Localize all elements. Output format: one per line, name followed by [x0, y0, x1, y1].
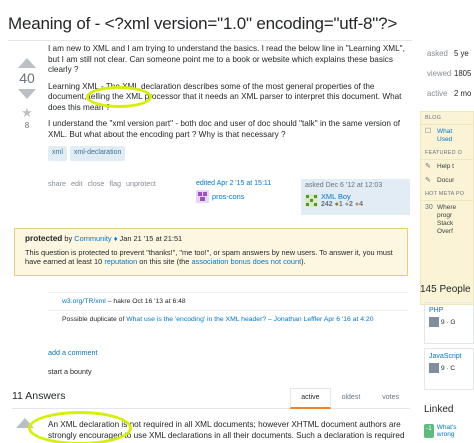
answers-count: 11 Answers [12, 390, 66, 402]
stat-label-active: active [427, 89, 448, 98]
comment-prefix: Possible duplicate of [62, 316, 125, 323]
stat-value-asked: 5 ye [454, 49, 469, 58]
featured-item[interactable]: ✎ Help t [421, 160, 473, 174]
highlight-circle [28, 411, 132, 443]
edited-time-link[interactable]: edited Apr 2 '15 at 15:11 [196, 180, 300, 187]
edit-link[interactable]: edit [71, 179, 83, 188]
protected-notice: protected by Community ♦ Jan 21 '15 at 2… [14, 228, 408, 276]
featured-header: FEATURED O [421, 147, 473, 160]
comment: Possible duplicate of What use is the 'e… [48, 310, 408, 328]
diamond-icon: ♦ [113, 234, 118, 243]
linked-score: -1 [424, 424, 434, 438]
answer-sort-tabs: active oldest votes [290, 388, 410, 409]
comment-link[interactable]: w3.org/TR/xml [62, 298, 106, 305]
question-paragraph: I understand the "xml version part" - bo… [48, 119, 401, 139]
upvote-arrow-icon[interactable] [18, 58, 36, 68]
linked-title: Linked [424, 404, 454, 415]
avatar[interactable] [429, 363, 439, 373]
featured-item-text[interactable]: Help t [437, 163, 454, 171]
reputation-link[interactable]: reputation [104, 257, 137, 266]
tag-list: xml xml-declaration [48, 146, 410, 161]
question-score: 40 [19, 70, 35, 86]
notice-date: Jan 21 '15 at 21:51 [119, 234, 183, 243]
tab-oldest[interactable]: oldest [331, 388, 372, 409]
stat-value-viewed: 1805 [454, 69, 472, 78]
linked-question[interactable]: -1 What's wrong [424, 424, 474, 438]
unprotect-link[interactable]: unprotect [126, 179, 156, 188]
hot-meta-count: 30 [425, 204, 433, 211]
comment-meta[interactable]: – Jonathan Leffler Apr 6 '16 at 4:20 [268, 316, 373, 323]
close-link[interactable]: close [88, 179, 105, 188]
title-divider [8, 40, 412, 41]
asker-avatar[interactable] [305, 193, 318, 207]
hot-meta-text[interactable]: Where progr Stack Overf [437, 204, 469, 236]
javascript-tag-box[interactable]: JavaScript 9 · C [424, 348, 474, 390]
pencil-icon: ✎ [425, 163, 431, 170]
question-title[interactable]: Meaning of - <?xml version="1.0" encodin… [8, 14, 397, 34]
featured-item-text[interactable]: Docur [437, 177, 454, 185]
stat-label-viewed: viewed [427, 69, 452, 78]
linked-question-link[interactable]: What's wrong [437, 424, 474, 438]
editor-name[interactable]: pros-cons [212, 192, 244, 201]
js-box-row: 9 · C [441, 364, 456, 372]
post-menu: share edit close flag unprotect [48, 179, 159, 188]
tag-xml[interactable]: xml [48, 146, 67, 161]
gold-badge-count: 1 [338, 201, 343, 208]
sidebar: asked 5 ye viewed 1805 active 2 mo BLOG ☐ W… [420, 44, 474, 443]
stat-value-active: 2 mo [454, 89, 472, 98]
tab-votes[interactable]: votes [371, 388, 410, 409]
share-link[interactable]: share [48, 179, 66, 188]
bronze-badge-count: 4 [359, 201, 363, 208]
editor-avatar[interactable] [196, 190, 209, 203]
avatar[interactable] [429, 317, 439, 327]
blog-item[interactable]: ☐ What Used [421, 125, 473, 147]
php-box-row: 9 · G [441, 318, 456, 326]
notice-text-2: on this site (the [139, 257, 190, 266]
start-bounty-link[interactable]: start a bounty [48, 367, 92, 376]
asker-name[interactable]: XML Boy [321, 192, 363, 201]
tag-xml-declaration[interactable]: xml-declaration [69, 146, 126, 161]
featured-item[interactable]: ✎ Docur [421, 174, 473, 188]
silver-badge-count: 2 [348, 201, 353, 208]
association-bonus-link[interactable]: association bonus does not count [191, 257, 301, 266]
people-reached-title: 145 People [420, 284, 471, 295]
js-box-title[interactable]: JavaScript [429, 353, 469, 360]
hot-meta-header: HOT META PO [421, 188, 473, 201]
downvote-arrow-icon[interactable] [18, 89, 36, 99]
blog-icon: ☐ [425, 128, 432, 135]
pencil-icon: ✎ [425, 177, 431, 184]
add-comment-link[interactable]: add a comment [48, 348, 98, 357]
asked-time: asked Dec 6 '12 at 12:03 [305, 182, 383, 189]
answers-header: 11 Answers active oldest votes [12, 387, 410, 409]
php-tag-box[interactable]: PHP 9 · G [424, 302, 474, 344]
asker-reputation: 242 ●1 ●2 ●4 [321, 201, 363, 208]
tab-active[interactable]: active [290, 388, 331, 409]
blog-header: BLOG [421, 112, 473, 125]
php-box-title[interactable]: PHP [429, 307, 469, 314]
favorite-count: 8 [24, 121, 30, 130]
asked-signature: asked Dec 6 '12 at 12:03 XML Boy 242 ●1 … [301, 179, 410, 215]
highlight-circle [86, 86, 152, 108]
community-bulletin: BLOG ☐ What Used FEATURED O ✎ Help t ✎ D… [420, 111, 474, 305]
question-paragraph: I am new to XML and I am trying to under… [48, 44, 405, 74]
stat-label-asked: asked [427, 49, 448, 58]
flag-link[interactable]: flag [109, 179, 121, 188]
notice-text-3: ). [301, 257, 306, 266]
notice-title: protected [25, 234, 63, 243]
reputation-score: 242 [321, 201, 333, 208]
hot-meta-item[interactable]: 30 Where progr Stack Overf [421, 201, 473, 239]
favorite-star-icon[interactable]: ★ [14, 105, 40, 121]
notice-by: by [64, 234, 73, 243]
blog-item-text[interactable]: What Used [437, 128, 469, 144]
comment-meta: – hakre Oct 16 '13 at 6:48 [107, 298, 186, 305]
question-stats: asked 5 ye viewed 1805 active 2 mo [420, 44, 474, 104]
notice-user-link[interactable]: Community [74, 234, 111, 243]
comment-list: w3.org/TR/xml – hakre Oct 16 '13 at 6:48… [48, 292, 408, 328]
comment: w3.org/TR/xml – hakre Oct 16 '13 at 6:48 [48, 292, 408, 310]
edited-signature: edited Apr 2 '15 at 15:11 pros-cons [196, 180, 300, 203]
vote-cell: 40 ★ 8 [14, 58, 40, 130]
comment-link[interactable]: What use is the 'encoding' in the XML he… [126, 316, 266, 323]
